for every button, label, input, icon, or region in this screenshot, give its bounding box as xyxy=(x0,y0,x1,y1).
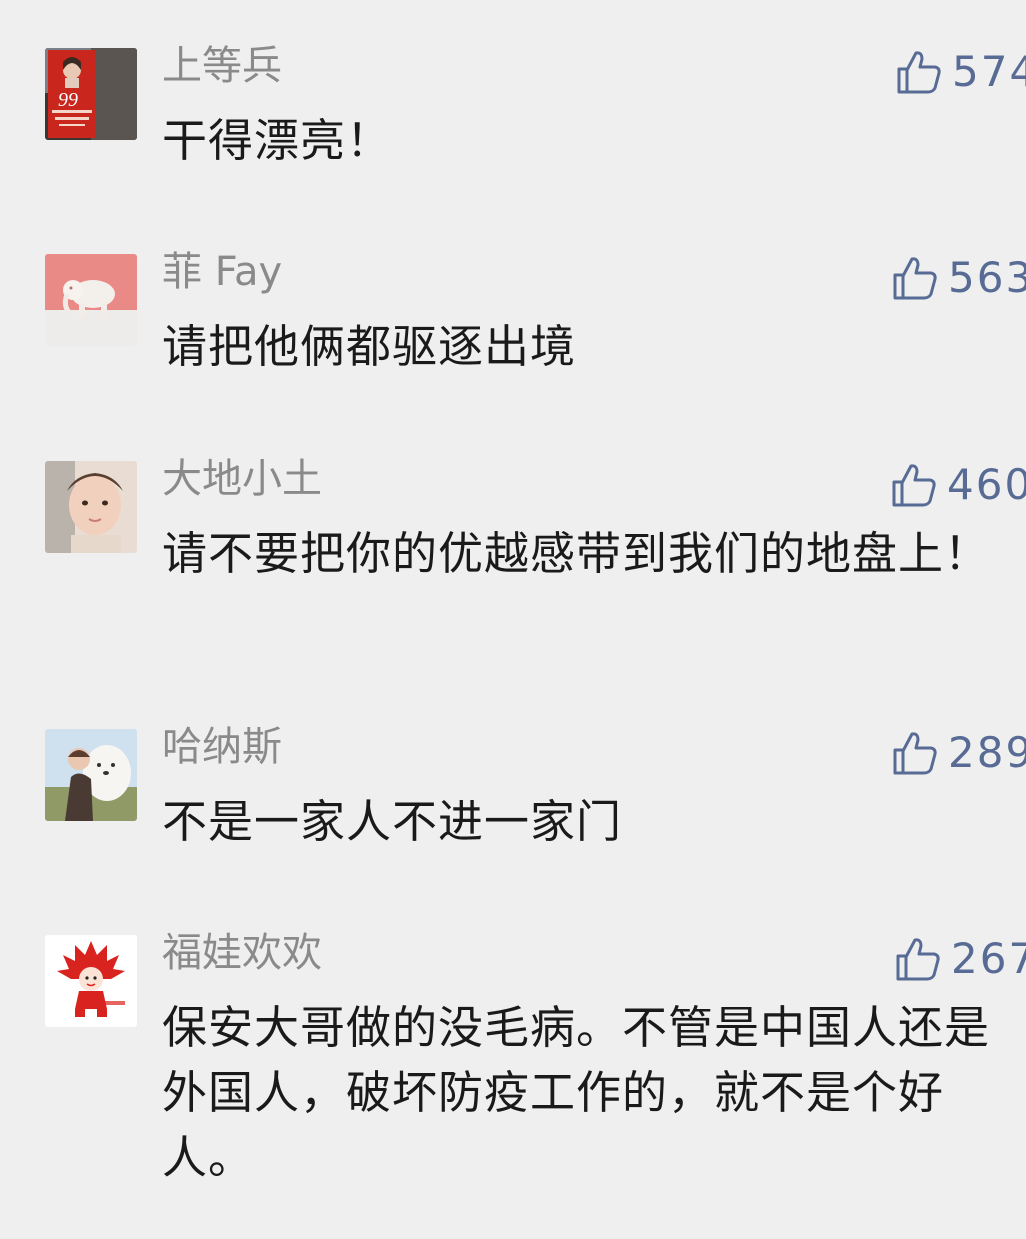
nickname[interactable]: 哈纳斯 xyxy=(162,723,282,771)
like-count: 563 xyxy=(948,253,1026,302)
child-photo-avatar-icon[interactable] xyxy=(45,461,137,553)
poster-avatar-icon[interactable]: 99 xyxy=(45,48,137,140)
comment-text: 请不要把你的优越感带到我们的地盘上！ xyxy=(162,527,991,580)
like-count: 574 xyxy=(952,47,1026,96)
like-button[interactable]: 460 xyxy=(891,461,1026,509)
nickname[interactable]: 菲 Fay xyxy=(162,248,282,296)
like-count: 460 xyxy=(947,460,1026,509)
thumbs-up-icon xyxy=(893,257,937,300)
like-button[interactable]: 267 xyxy=(895,935,1026,983)
like-button[interactable]: 574 xyxy=(896,48,1026,96)
thumbs-up-icon xyxy=(893,732,937,775)
fuwa-huanhuan-avatar-icon[interactable] xyxy=(45,935,137,1027)
comment-text: 不是一家人不进一家门 xyxy=(162,795,623,848)
thumbs-up-icon xyxy=(897,51,941,94)
comment-text: 请把他俩都驱逐出境 xyxy=(162,320,577,373)
nickname[interactable]: 大地小土 xyxy=(162,455,322,503)
nickname[interactable]: 福娃欢欢 xyxy=(162,929,322,977)
comment-list: 99 上等兵 574 干得漂亮！ 菲 Fay 563 请把他俩都驱逐出境 大地小… xyxy=(0,0,1026,1239)
like-count: 289 xyxy=(948,728,1026,777)
like-button[interactable]: 289 xyxy=(892,729,1026,777)
thumbs-up-icon xyxy=(892,464,936,507)
comment-text: 保安大哥做的没毛病。不管是中国人还是外国人，破坏防疫工作的，就不是个好人。 xyxy=(162,1001,991,1184)
nickname[interactable]: 上等兵 xyxy=(162,42,282,90)
comment-text: 干得漂亮！ xyxy=(162,114,393,167)
like-button[interactable]: 563 xyxy=(892,254,1026,302)
like-count: 267 xyxy=(951,934,1026,983)
thumbs-up-icon xyxy=(896,938,940,981)
elephant-toy-avatar-icon[interactable] xyxy=(45,254,137,346)
person-hugging-bear-avatar-icon[interactable] xyxy=(45,729,137,821)
svg-text:99: 99 xyxy=(58,89,78,111)
